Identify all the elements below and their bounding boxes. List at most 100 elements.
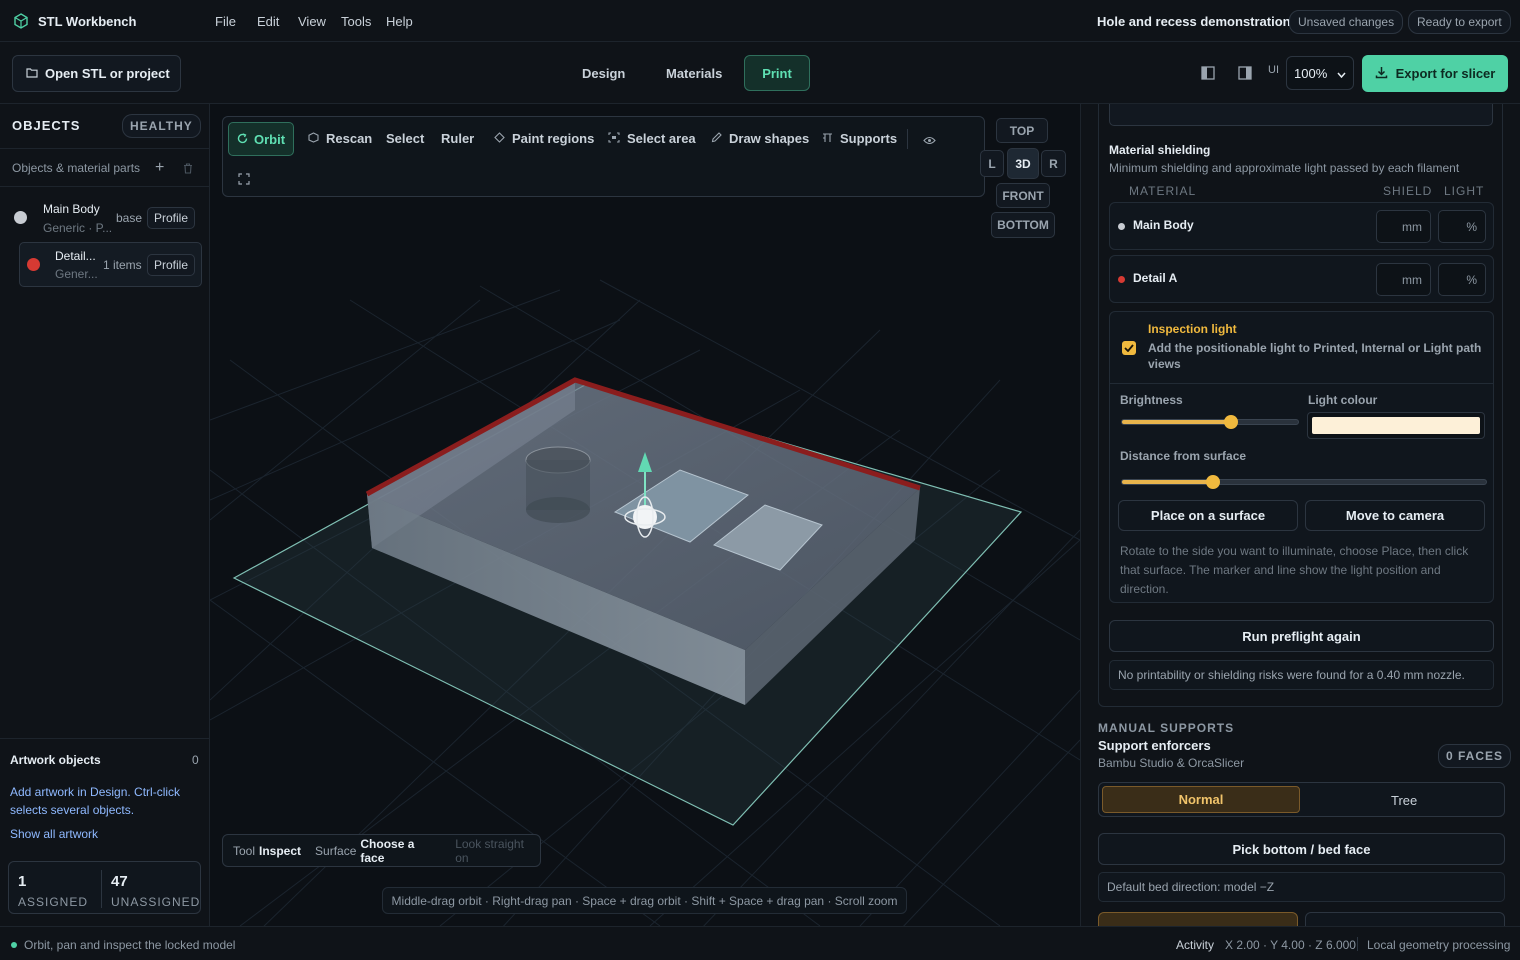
shielding-row-main-body: Main Body mm % bbox=[1109, 202, 1494, 250]
menu-tools[interactable]: Tools bbox=[341, 14, 371, 29]
tool-supports[interactable]: Supports bbox=[822, 131, 897, 146]
inspection-light-card: Inspection light Add the positionable li… bbox=[1109, 311, 1494, 603]
view-top[interactable]: TOP bbox=[996, 118, 1048, 143]
tool-ruler[interactable]: Ruler bbox=[441, 131, 474, 146]
menu-view[interactable]: View bbox=[298, 14, 326, 29]
tab-materials[interactable]: Materials bbox=[666, 66, 722, 81]
export-button[interactable]: Export for slicer bbox=[1362, 55, 1508, 92]
faces-badge: 0 FACES bbox=[1438, 744, 1512, 768]
brightness-knob[interactable] bbox=[1224, 415, 1239, 429]
shield-input[interactable]: mm bbox=[1376, 210, 1431, 243]
brightness-slider[interactable] bbox=[1121, 415, 1299, 429]
divider bbox=[1357, 937, 1358, 951]
profile-button[interactable]: Profile bbox=[147, 207, 196, 229]
view-right[interactable]: R bbox=[1041, 150, 1066, 177]
view-left[interactable]: L bbox=[980, 150, 1004, 177]
distance-slider[interactable] bbox=[1121, 475, 1487, 489]
view-bottom[interactable]: BOTTOM bbox=[991, 212, 1055, 238]
activity-button[interactable]: Activity bbox=[1176, 938, 1214, 952]
right-panel-toggle-icon[interactable] bbox=[1238, 66, 1252, 83]
light-input[interactable]: % bbox=[1438, 210, 1486, 243]
tool-select[interactable]: Select bbox=[386, 131, 424, 146]
eye-icon[interactable] bbox=[923, 133, 936, 148]
trash-icon[interactable] bbox=[183, 162, 193, 177]
tool-draw-shapes-label: Draw shapes bbox=[729, 131, 810, 146]
shield-input[interactable]: mm bbox=[1376, 263, 1431, 296]
zoom-select[interactable]: 100% bbox=[1286, 56, 1354, 90]
view-3d[interactable]: 3D bbox=[1007, 148, 1039, 179]
tool-select-area[interactable]: Select area bbox=[608, 131, 696, 146]
orbit-icon bbox=[237, 132, 248, 147]
show-all-artwork-link[interactable]: Show all artwork bbox=[10, 827, 98, 841]
object-detail: Gener... bbox=[55, 267, 98, 281]
tool-paint-label: Paint regions bbox=[512, 131, 595, 146]
tool-draw-shapes[interactable]: Draw shapes bbox=[711, 131, 809, 146]
inspection-light-checkbox[interactable] bbox=[1122, 341, 1136, 355]
tab-design[interactable]: Design bbox=[582, 66, 625, 81]
mode-normal-label: Normal bbox=[1178, 792, 1224, 807]
add-button-clipped[interactable] bbox=[1098, 912, 1298, 926]
menu-file[interactable]: File bbox=[215, 14, 236, 29]
view-front[interactable]: FRONT bbox=[996, 183, 1050, 208]
fullscreen-icon[interactable] bbox=[238, 173, 250, 188]
status-bar: Orbit, pan and inspect the locked model … bbox=[0, 926, 1520, 960]
cursor-coordinates: X 2.00 · Y 4.00 · Z 6.000 bbox=[1225, 938, 1356, 952]
tool-orbit[interactable]: Orbit bbox=[228, 122, 294, 156]
distance-knob[interactable] bbox=[1206, 475, 1220, 489]
artwork-title: Artwork objects bbox=[10, 753, 101, 767]
ui-scale-label: UI bbox=[1268, 64, 1279, 76]
supports-section-title: MANUAL SUPPORTS bbox=[1098, 721, 1235, 735]
tool-info-bar: Tool Inspect Surface Choose a face Look … bbox=[222, 834, 541, 867]
object-row-detail[interactable]: Detail... Gener... 1 items Profile bbox=[19, 242, 202, 287]
shield-unit: mm bbox=[1402, 219, 1422, 234]
inspection-help: Rotate to the side you want to illuminat… bbox=[1120, 544, 1469, 596]
folder-icon bbox=[26, 66, 38, 81]
move-to-camera-button[interactable]: Move to camera bbox=[1305, 500, 1485, 531]
clipped-button[interactable] bbox=[1305, 912, 1505, 926]
tool-value: Inspect bbox=[259, 843, 302, 858]
light-input[interactable]: % bbox=[1438, 263, 1486, 296]
3d-viewport[interactable]: Orbit Rescan Select Ruler Paint regions … bbox=[210, 104, 1080, 926]
menu-help[interactable]: Help bbox=[386, 14, 413, 29]
profile-button[interactable]: Profile bbox=[147, 254, 196, 276]
look-straight-button[interactable]: Look straight on bbox=[455, 837, 540, 865]
select-area-icon bbox=[608, 131, 620, 146]
left-panel-toggle-icon[interactable] bbox=[1201, 66, 1215, 83]
add-icon[interactable]: + bbox=[155, 159, 164, 177]
light-unit: % bbox=[1466, 219, 1477, 234]
assigned-count: 1 bbox=[18, 873, 27, 890]
status-dot bbox=[11, 942, 17, 948]
divider bbox=[1110, 383, 1493, 384]
navigation-hint-text: Middle-drag orbit · Right-drag pan · Spa… bbox=[391, 893, 898, 908]
divider bbox=[101, 870, 102, 908]
surface-value: Choose a face bbox=[360, 836, 415, 865]
divider bbox=[0, 186, 209, 187]
col-light: LIGHT bbox=[1444, 184, 1485, 198]
object-row-main-body[interactable]: Main Body Generic · P... base Profile bbox=[8, 196, 202, 240]
chevron-down-icon bbox=[1337, 66, 1346, 81]
tab-print-label: Print bbox=[762, 65, 792, 81]
tool-rescan-label: Rescan bbox=[326, 131, 373, 146]
surface-key: Surface bbox=[315, 843, 357, 858]
open-project-button[interactable]: Open STL or project bbox=[12, 55, 181, 92]
shielding-title: Material shielding bbox=[1109, 143, 1211, 157]
supports-subtitle: Bambu Studio & OrcaSlicer bbox=[1098, 756, 1245, 770]
tool-orbit-label: Orbit bbox=[253, 131, 286, 147]
color-dot bbox=[27, 258, 40, 271]
object-name: Main Body bbox=[43, 202, 100, 216]
place-on-surface-button[interactable]: Place on a surface bbox=[1118, 500, 1298, 531]
bed-direction-field: Default bed direction: model −Z bbox=[1098, 872, 1505, 902]
pick-bed-face-button[interactable]: Pick bottom / bed face bbox=[1098, 833, 1505, 865]
light-colour-swatch[interactable] bbox=[1307, 412, 1485, 439]
unassigned-count: 47 bbox=[111, 873, 128, 890]
mode-normal-button[interactable]: Normal bbox=[1102, 786, 1300, 813]
scene-canvas[interactable] bbox=[210, 104, 1080, 926]
tab-print[interactable]: Print bbox=[744, 55, 810, 91]
menu-edit[interactable]: Edit bbox=[257, 14, 279, 29]
inspection-light-title: Inspection light bbox=[1148, 322, 1237, 336]
tool-rescan[interactable]: Rescan bbox=[308, 131, 372, 146]
tool-paint-regions[interactable]: Paint regions bbox=[494, 131, 594, 146]
mode-tree-button[interactable]: Tree bbox=[1391, 793, 1417, 808]
run-preflight-button[interactable]: Run preflight again bbox=[1109, 620, 1494, 652]
shield-unit: mm bbox=[1402, 272, 1422, 287]
